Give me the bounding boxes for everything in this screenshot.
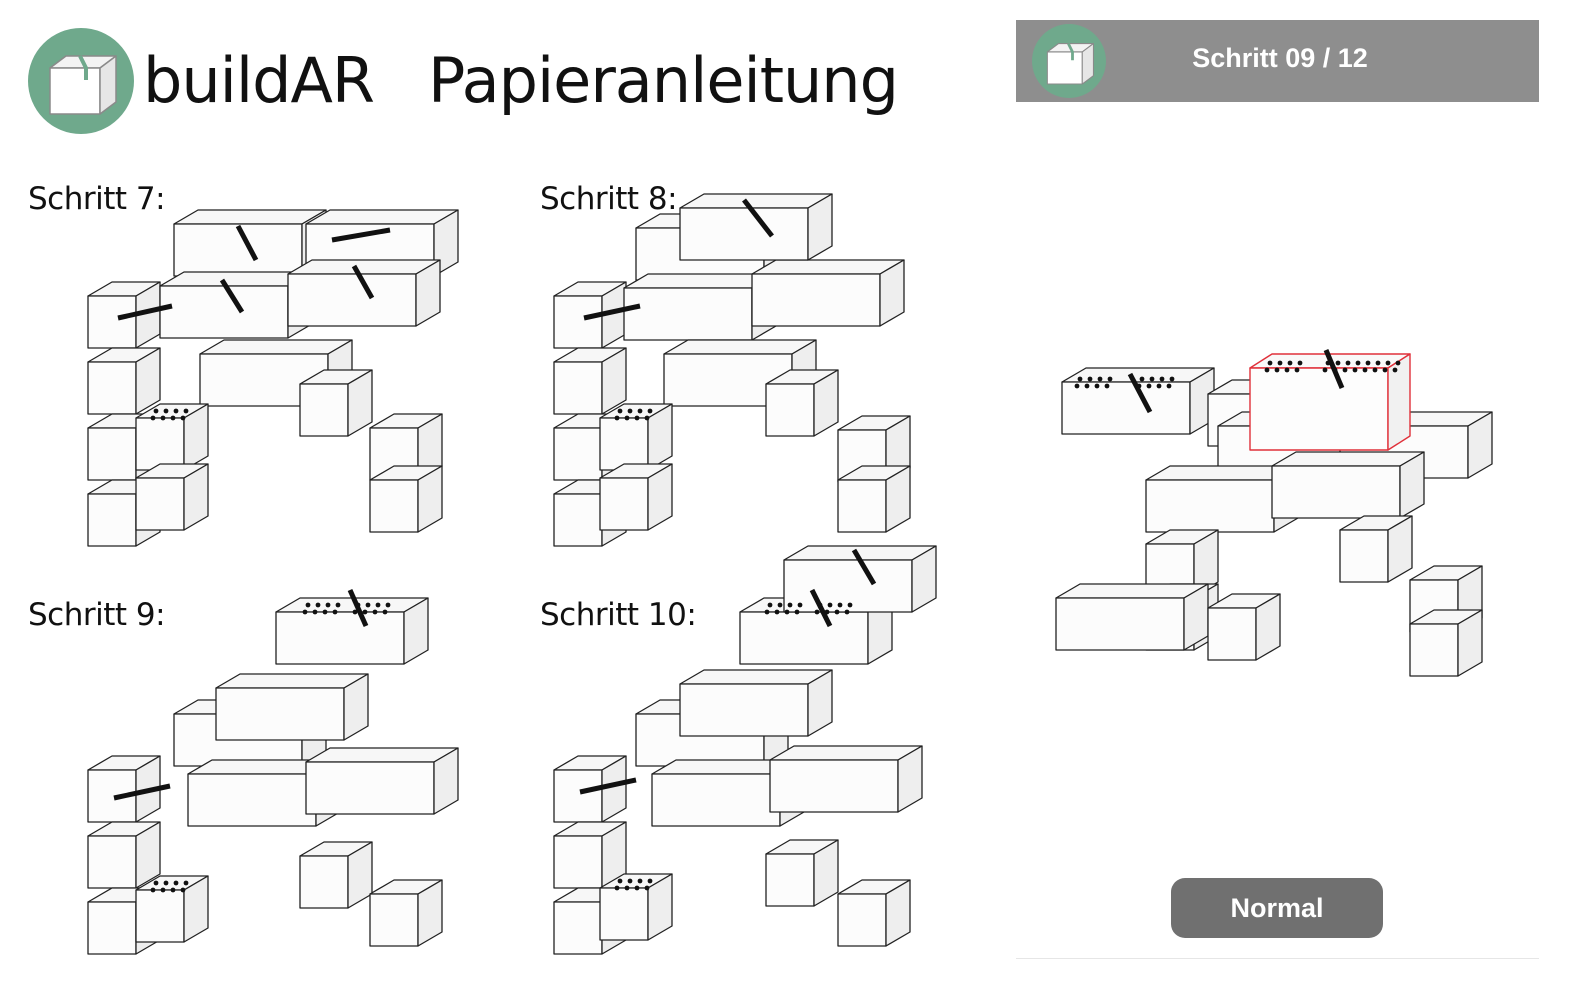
step-counter: Schritt 09 / 12 xyxy=(1192,43,1368,73)
step-10-illustration xyxy=(553,545,937,955)
3d-model-viewport[interactable] xyxy=(1050,340,1510,710)
brand-name: buildAR xyxy=(143,44,375,117)
box-logo-icon xyxy=(28,28,134,134)
step-7-illustration xyxy=(87,209,459,547)
page-title: Papieranleitung xyxy=(428,44,899,117)
step-9-illustration xyxy=(87,588,459,955)
box-logo-icon xyxy=(1032,24,1106,98)
normal-mode-button[interactable]: Normal xyxy=(1171,878,1383,938)
panel-divider xyxy=(1016,958,1539,959)
step-8-illustration xyxy=(553,193,911,547)
